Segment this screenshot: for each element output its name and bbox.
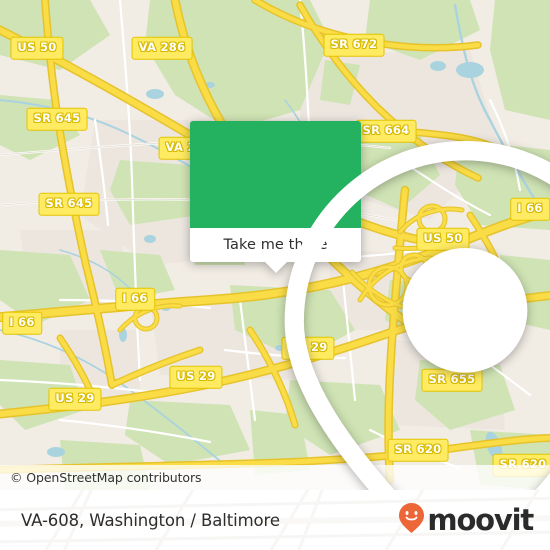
road-shield: VA 286 [131, 36, 193, 60]
map-canvas[interactable]: US 50 VA 286 SR 672 SR 645 SR 664 VA 286 SR 64… [0, 0, 550, 490]
road-shield: SR 645 [38, 192, 100, 216]
footer-content: VA-608, Washington / Baltimore moovit [0, 490, 550, 550]
road-shield: I 66 [115, 287, 155, 311]
moovit-wordmark: moovit [427, 502, 534, 537]
location-popup-card[interactable]: Take me there [190, 121, 550, 490]
road-shield: US 29 [48, 387, 102, 411]
location-title: VA-608, Washington / Baltimore [21, 510, 280, 530]
popup-tail [264, 262, 287, 273]
road-shield: SR 672 [323, 33, 385, 57]
moovit-map-screenshot: US 50 VA 286 SR 672 SR 645 SR 664 VA 286 SR 64… [0, 0, 550, 550]
road-shield: I 66 [2, 311, 42, 335]
road-shield: US 50 [10, 36, 64, 60]
road-shield: SR 645 [26, 107, 88, 131]
moovit-pin-icon [398, 502, 425, 539]
footer-bar: VA-608, Washington / Baltimore moovit [0, 490, 550, 550]
popup-icon-area [190, 121, 550, 490]
moovit-logo[interactable]: moovit [398, 502, 534, 539]
attribution-text: © OpenStreetMap contributors [10, 470, 202, 485]
